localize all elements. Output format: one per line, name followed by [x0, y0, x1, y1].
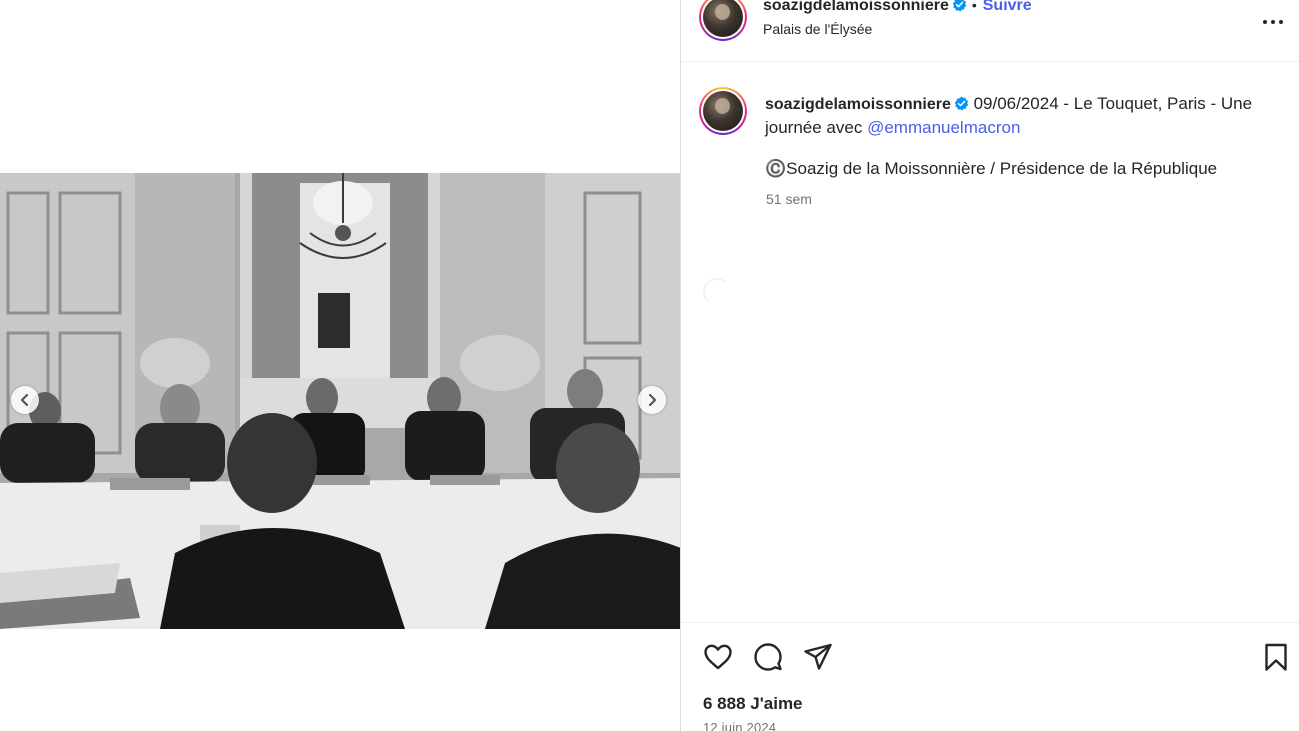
- caption-text: soazigdelamoissonniere 09/06/2024 - Le T…: [765, 92, 1285, 139]
- meeting-photo-illustration: [0, 173, 681, 629]
- chevron-left-icon: [20, 393, 29, 407]
- bookmark-icon[interactable]: [1260, 641, 1292, 673]
- loading-spinner-icon: [703, 278, 731, 306]
- likes-count[interactable]: 6 888 J'aime: [703, 694, 803, 714]
- send-icon[interactable]: [802, 641, 834, 673]
- verified-badge-icon: [952, 0, 967, 12]
- follow-button[interactable]: Suivre: [983, 0, 1032, 14]
- post-header: soazigdelamoissonniere • Suivre Palais de…: [681, 0, 1299, 62]
- post-date[interactable]: 12 juin 2024: [703, 720, 776, 731]
- author-avatar[interactable]: [699, 0, 747, 41]
- more-options-icon[interactable]: [1261, 8, 1285, 28]
- mention-link[interactable]: @emmanuelmacron: [867, 118, 1020, 137]
- caption-username[interactable]: soazigdelamoissonniere: [765, 96, 951, 113]
- post-info-pane: soazigdelamoissonniere • Suivre Palais de…: [680, 0, 1299, 731]
- comment-icon[interactable]: [752, 641, 784, 673]
- heart-icon[interactable]: [702, 641, 734, 673]
- media-pane: [0, 0, 681, 731]
- next-photo-button[interactable]: [638, 386, 666, 414]
- caption-time-ago[interactable]: 51 sem: [766, 191, 812, 207]
- chevron-right-icon: [648, 393, 657, 407]
- author-username[interactable]: soazigdelamoissonniere: [763, 0, 949, 14]
- author-block: soazigdelamoissonniere • Suivre Palais de…: [763, 0, 1032, 37]
- previous-photo-button[interactable]: [11, 386, 39, 414]
- post-actions: 6 888 J'aime 12 juin 2024: [681, 622, 1299, 731]
- post-location[interactable]: Palais de l'Élysée: [763, 21, 1032, 37]
- separator-dot: •: [971, 0, 977, 13]
- caption-avatar[interactable]: [699, 87, 747, 135]
- post-photo[interactable]: [0, 173, 681, 629]
- verified-badge-icon: [954, 96, 969, 111]
- photo-credit: ©️Soazig de la Moissonnière / Présidence…: [765, 159, 1218, 178]
